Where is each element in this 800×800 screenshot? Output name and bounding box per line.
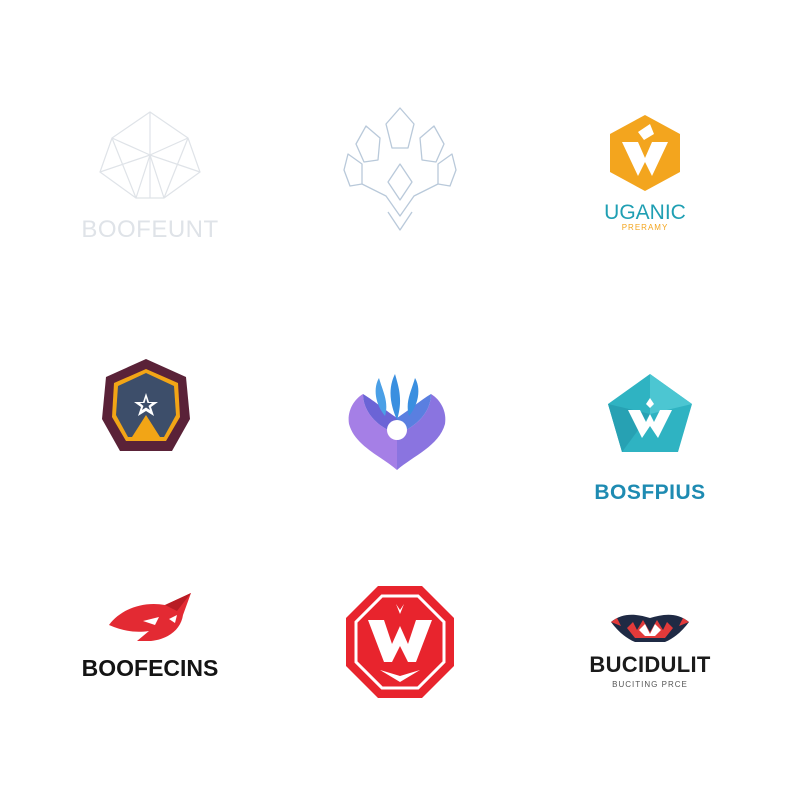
logo-3: UGANIC PRERAMY xyxy=(580,110,710,240)
logo-9-tagline: BUCITING PRCE xyxy=(612,680,688,689)
logo-grid: BOOFEUNT UGANIC PRERAMY BOSFPIUS BOOFECI… xyxy=(0,0,800,800)
pentagon-w-icon xyxy=(608,374,692,452)
logo-6: BOSFPIUS xyxy=(570,370,730,510)
logo-6-wordmark: BOSFPIUS xyxy=(594,481,706,504)
logo-8 xyxy=(340,582,460,702)
logo-9-wordmark: BUCIDULIT xyxy=(589,652,711,677)
logo-9: BUCIDULIT BUCITING PRCE xyxy=(565,608,735,698)
logo-7-wordmark: BOOFECINS xyxy=(81,655,219,681)
logo-7: BOOFECINS xyxy=(65,585,235,685)
leaf-crown-outline-icon xyxy=(343,107,457,231)
wings-circle-icon xyxy=(348,374,446,470)
logo-2 xyxy=(330,100,470,240)
logo-1-wordmark: BOOFEUNT xyxy=(81,216,219,243)
star-shield-icon xyxy=(102,359,190,451)
logo-3-wordmark: UGANIC xyxy=(604,201,686,224)
logo-4 xyxy=(96,355,196,465)
crystal-emblem-icon xyxy=(99,111,201,199)
fox-head-icon xyxy=(109,593,191,641)
logo-5 xyxy=(345,370,450,475)
logo-1: BOOFEUNT xyxy=(60,100,240,250)
hexagon-w-icon xyxy=(610,115,680,191)
logo-3-tagline: PRERAMY xyxy=(621,223,669,232)
octagon-w-icon xyxy=(346,586,454,698)
crown-peaks-icon xyxy=(611,614,689,642)
